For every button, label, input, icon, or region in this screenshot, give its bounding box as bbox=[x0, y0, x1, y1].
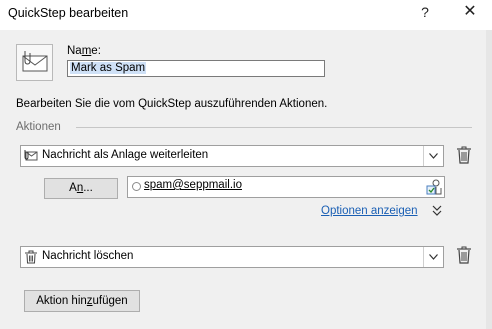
action-2-select[interactable]: Nachricht löschen bbox=[20, 246, 444, 268]
chevron-down-icon bbox=[429, 254, 438, 260]
envelope-icon bbox=[22, 51, 48, 72]
name-input-value: Mark as Spam bbox=[70, 62, 147, 74]
section-divider bbox=[76, 127, 472, 128]
action-1-label: Nachricht als Anlage weiterleiten bbox=[42, 149, 209, 161]
show-options-link[interactable]: Optionen anzeigen bbox=[321, 205, 418, 217]
name-input[interactable]: Mark as Spam bbox=[67, 60, 325, 77]
action-2-dropdown-arrow[interactable] bbox=[423, 247, 443, 267]
action-2-label: Nachricht löschen bbox=[42, 250, 134, 262]
close-button[interactable]: ✕ bbox=[455, 0, 485, 24]
quickstep-icon-button[interactable] bbox=[16, 44, 53, 81]
forward-attachment-icon bbox=[24, 150, 38, 161]
delete-action-2-icon[interactable] bbox=[456, 246, 472, 264]
double-chevron-down-icon[interactable] bbox=[432, 205, 442, 217]
trash-icon bbox=[25, 250, 37, 264]
presence-indicator bbox=[132, 182, 141, 191]
action-1-select[interactable]: Nachricht als Anlage weiterleiten bbox=[20, 145, 444, 167]
recipient-address[interactable]: spam@seppmail.io bbox=[144, 179, 242, 191]
dialog-title: QuickStep bearbeiten bbox=[8, 6, 129, 20]
add-action-button[interactable]: Aktion hinzufügen bbox=[24, 290, 140, 312]
action-1-dropdown-arrow[interactable] bbox=[423, 146, 443, 166]
description-text: Bearbeiten Sie die vom QuickStep auszufü… bbox=[16, 98, 328, 110]
actions-section-label: Aktionen bbox=[16, 121, 61, 133]
to-button[interactable]: An... bbox=[44, 178, 118, 199]
delete-action-1-icon[interactable] bbox=[456, 146, 472, 164]
help-button[interactable]: ? bbox=[410, 0, 440, 24]
check-names-icon[interactable] bbox=[426, 179, 442, 195]
name-label: Name: bbox=[67, 45, 101, 57]
chevron-down-icon bbox=[429, 153, 438, 159]
scrollbar-track[interactable] bbox=[486, 30, 492, 329]
recipient-field[interactable]: spam@seppmail.io bbox=[127, 176, 445, 198]
